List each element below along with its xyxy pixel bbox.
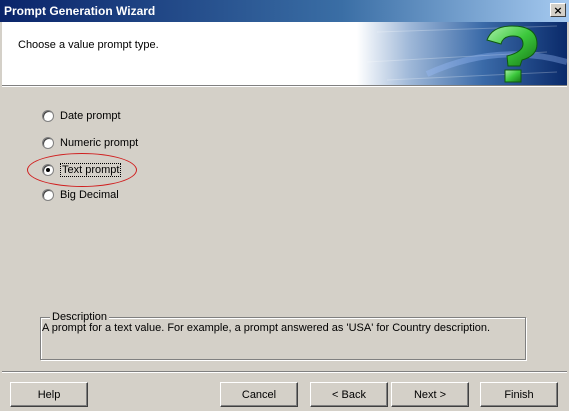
header-separator [2, 86, 567, 87]
radio-label: Text prompt [60, 163, 122, 177]
radio-label: Big Decimal [60, 189, 119, 201]
next-button-label: Next > [413, 388, 447, 401]
description-text: A prompt for a text value. For example, … [42, 322, 491, 334]
back-button-label: < Back [332, 388, 366, 401]
finish-button[interactable]: Finish [480, 382, 558, 407]
close-icon: × [553, 3, 563, 17]
finish-button-label: Finish [504, 388, 534, 401]
back-button[interactable]: < Back [310, 382, 388, 407]
close-button[interactable]: × [550, 3, 566, 17]
radio-text-prompt[interactable]: Text prompt [42, 162, 122, 178]
radio-button[interactable] [42, 137, 54, 149]
radio-label: Numeric prompt [60, 137, 139, 149]
help-button-label: Help [37, 388, 61, 401]
radio-date-prompt[interactable]: Date prompt [42, 108, 121, 124]
radio-numeric-prompt[interactable]: Numeric prompt [42, 135, 138, 151]
question-mark-icon [357, 22, 567, 85]
radio-label: Date prompt [60, 110, 121, 122]
window-title: Prompt Generation Wizard [4, 4, 156, 18]
radio-button[interactable] [42, 110, 54, 122]
footer-separator-highlight [2, 372, 567, 373]
cancel-button-label: Cancel [241, 388, 277, 401]
title-bar[interactable]: Prompt Generation Wizard × [0, 0, 569, 22]
next-button[interactable]: Next > [391, 382, 469, 407]
header-instruction: Choose a value prompt type. [18, 39, 159, 51]
radio-big-decimal[interactable]: Big Decimal [42, 187, 119, 203]
radio-button-selected[interactable] [42, 164, 54, 176]
help-button[interactable]: Help [10, 382, 88, 407]
cancel-button[interactable]: Cancel [220, 382, 298, 407]
description-groupbox: Description A prompt for a text value. F… [40, 311, 526, 360]
wizard-window: Prompt Generation Wizard × Choose a valu… [0, 0, 569, 411]
radio-button[interactable] [42, 189, 54, 201]
header-panel: Choose a value prompt type. [2, 22, 567, 86]
